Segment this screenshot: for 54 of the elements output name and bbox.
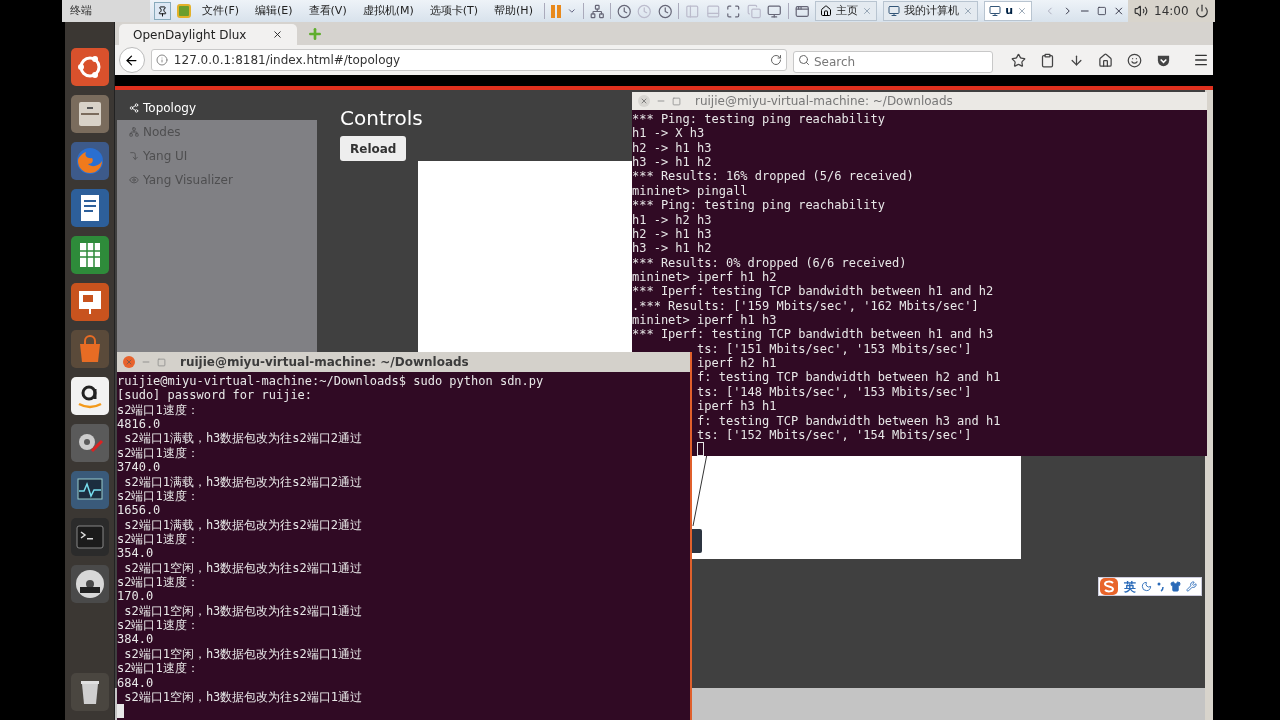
terminal-line: ruijie@miyu-virtual-machine:~/Downloads$ sudo python sdn.py [117,374,544,389]
terminal-line: h1 -> X h3 [632,126,705,141]
window-title: ruijie@miyu-virtual-machine: ~/Downloads [180,354,469,371]
terminal-line: 354.0 [117,546,154,561]
terminal-line: s2端口1速度： [117,488,199,504]
window-title: ruijie@miyu-virtual-machine: ~/Downloads [695,93,953,110]
window-title: 终端 [62,0,150,22]
terminal-line: s2端口1速度： [117,445,199,461]
tab-title: OpenDaylight Dlux [133,26,248,44]
terminal-line: *** Ping: testing ping reachability [632,198,885,213]
terminal-line: iperf h3 h1 [697,399,777,414]
terminal-line: h3 -> h1 h2 [632,241,712,256]
terminal-line: s2端口1空闲，h3数据包改为往s2端口1通过 [123,560,363,576]
terminal-line: h2 -> h1 h3 [632,226,712,242]
terminal-line: s2端口1满载，h3数据包改为往s2端口2通过 [123,431,363,446]
terminal-line: ts: ['152 Mbits/sec', '154 Mbits/sec'] [697,427,972,443]
terminal-line: ts: ['148 Mbits/sec', '153 Mbits/sec'] [697,384,972,400]
terminal-line: s2端口1满载，h3数据包改为往s2端口2通过 [123,517,363,532]
terminal-line: mininet> iperf h1 h3 [632,313,777,328]
terminal-line: s2端口1满载，h3数据包改为往s2端口2通过 [123,474,363,489]
tab-label: 我的计算机 [904,2,960,19]
terminal-line: *** Results: 16% dropped (5/6 received) [632,169,914,184]
terminal-line: 4816.0 [117,417,161,432]
terminal-line: s2端口1空闲，h3数据包改为往s2端口1通过 [123,646,363,662]
terminal-line: 384.0 [117,632,154,647]
terminal-line: s2端口1速度： [117,402,199,418]
terminal-line: *** Iperf: testing TCP bandwidth between h1 and h3 [632,327,994,342]
tab-label: u [1005,2,1014,19]
terminal-line: 3740.0 [117,460,161,475]
terminal-line: [sudo] password for ruijie: [117,388,313,403]
terminal-line: *** Results: 0% dropped (6/6 received) [632,255,907,270]
terminal-line: s2端口1速度： [117,531,199,547]
terminal-line: s2端口1速度： [117,618,199,633]
terminal-line: h3 -> h1 h2 [632,155,712,170]
tab-label: 主页 [836,2,859,19]
terminal-line: 170.0 [117,589,154,604]
terminal-line: 1656.0 [117,503,161,518]
terminal-line: .*** Results: ['159 Mbits/sec', '162 Mbits/sec'] [632,298,979,314]
terminal-line: iperf h2 h1 [697,356,777,371]
terminal-line: mininet> pingall [632,183,748,199]
terminal-line: *** Iperf: testing TCP bandwidth between h1 and h2 [632,284,994,299]
terminal-line: *** Ping: testing ping reachability [632,112,885,127]
terminal-line: mininet> iperf h1 h2 [632,269,777,285]
terminal-line: h1 -> h2 h3 [632,212,712,227]
terminal-line: s2端口1速度： [117,661,199,676]
terminal-line: ts: ['151 Mbits/sec', '153 Mbits/sec'] [697,341,972,357]
terminal-line: f: testing TCP bandwidth between h2 and h1 [697,370,1001,385]
section-heading: Controls [340,106,423,130]
terminal-line: s2端口1速度： [117,575,199,590]
terminal-line: h2 -> h1 h3 [632,140,712,156]
terminal-line: f: testing TCP bandwidth between h3 and h1 [697,413,1001,428]
terminal-line: 684.0 [117,675,154,690]
terminal-line: s2端口1空闲，h3数据包改为往s2端口1通过 [123,689,363,705]
terminal-line: s2端口1空闲，h3数据包改为往s2端口1通过 [123,603,363,619]
